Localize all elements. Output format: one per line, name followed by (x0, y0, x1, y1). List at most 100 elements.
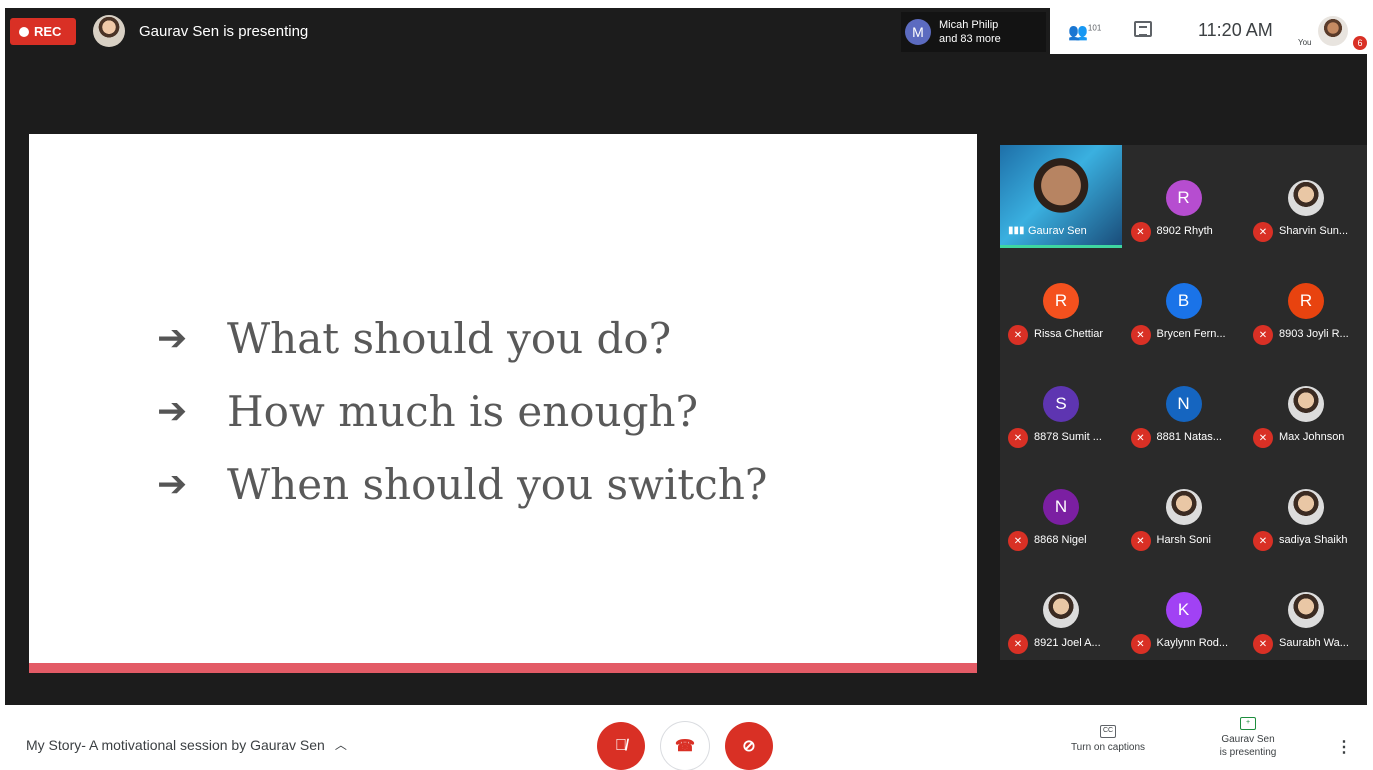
participant-tile[interactable]: N ✕ 8881 Natas... (1122, 351, 1245, 454)
participant-tile[interactable]: ✕ 8921 Joel A... (1000, 557, 1122, 660)
participant-name: Gaurav Sen (1028, 225, 1087, 237)
self-avatar[interactable] (1318, 16, 1348, 46)
participant-tile[interactable]: S ✕ 8878 Sumit ... (1000, 351, 1122, 454)
slide-bullet: ➔ What should you do? (157, 302, 767, 375)
recording-badge: REC (10, 18, 76, 45)
more-vert-icon[interactable]: ⋮ (1336, 737, 1352, 757)
participant-avatar: N (1165, 386, 1202, 422)
bullet-text: When should you switch? (227, 460, 768, 509)
participant-name: 8903 Joyli R... (1279, 328, 1349, 340)
slide-bullets: ➔ What should you do? ➔ How much is enou… (157, 302, 767, 521)
participant-chip-more: and 83 more (939, 33, 1001, 45)
self-label: You (1298, 38, 1312, 47)
participant-avatar: M (905, 19, 931, 45)
participant-name: Sharvin Sun... (1279, 225, 1349, 237)
speaker-video (1032, 153, 1090, 225)
participant-tile[interactable]: N ✕ 8868 Nigel (1000, 454, 1122, 557)
bullet-text: How much is enough? (227, 387, 699, 436)
participant-name: 8878 Sumit ... (1034, 431, 1102, 443)
participant-avatar (1043, 592, 1079, 628)
participant-avatar (1288, 180, 1324, 216)
top-right-panel: 👥101 11:20 AM You 6 (1050, 8, 1367, 54)
participant-chip-name: Micah Philip (939, 19, 999, 31)
chevron-up-icon: ︿ (334, 738, 347, 752)
presenting-text: Gaurav Sen is presenting (139, 22, 309, 40)
participant-name: Max Johnson (1279, 431, 1345, 443)
participant-tile[interactable]: R ✕ Rissa Chettiar (1000, 248, 1122, 351)
mic-off-icon: ✕ (1130, 222, 1151, 242)
mic-off-icon: ✕ (1130, 325, 1151, 345)
people-button[interactable]: 👥101 (1068, 22, 1101, 42)
mic-off-icon: 🎙̸ (615, 737, 627, 754)
mic-off-icon: ✕ (1253, 531, 1273, 551)
mic-off-icon: ✕ (1008, 531, 1028, 551)
participant-tile[interactable]: R ✕ 8902 Rhyth (1122, 145, 1245, 248)
notification-badge: 6 (1353, 36, 1367, 50)
participants-chip[interactable]: M Micah Philip and 83 more (901, 12, 1046, 52)
participant-tile[interactable]: ✕ Harsh Soni (1122, 454, 1245, 557)
top-bar: REC Gaurav Sen is presenting M Micah Phi… (5, 8, 1367, 54)
record-dot-icon (19, 26, 29, 37)
captions-button[interactable]: CC Turn on captions (1058, 725, 1158, 754)
arrow-right-icon: ➔ (157, 318, 188, 359)
slide-bullet: ➔ How much is enough? (157, 375, 767, 448)
meeting-title: My Story- A motivational session by Gaur… (26, 736, 325, 753)
camera-off-icon: ⊘ (742, 738, 756, 755)
chat-icon[interactable] (1134, 21, 1152, 37)
participant-name: Kaylynn Rod... (1156, 637, 1229, 649)
participant-avatar: R (1165, 180, 1202, 216)
people-icon: 👥 (1068, 24, 1088, 41)
participant-avatar (1288, 386, 1324, 422)
participant-avatar: K (1165, 592, 1202, 628)
participant-tile[interactable]: K ✕ Kaylynn Rod... (1122, 557, 1245, 660)
mic-off-icon: ✕ (1008, 634, 1028, 654)
phone-hangup-icon: ☎ (675, 738, 695, 755)
participant-avatar (1288, 489, 1324, 525)
participant-name: Harsh Soni (1156, 534, 1211, 546)
participant-name: Brycen Fern... (1156, 328, 1226, 340)
mic-off-icon: ✕ (1008, 325, 1028, 345)
meeting-details-button[interactable]: My Story- A motivational session by Gaur… (26, 736, 347, 753)
slide-bullet: ➔ When should you switch? (157, 448, 767, 521)
presenting-label-name: Gaurav Sen (1221, 734, 1275, 745)
participant-name: 8921 Joel A... (1034, 637, 1101, 649)
mic-off-icon: ✕ (1130, 428, 1151, 448)
audio-level-icon: ▮▮▮ (1008, 225, 1025, 236)
participant-tile[interactable]: ✕ sadiya Shaikh (1245, 454, 1367, 557)
participant-avatar: R (1043, 283, 1079, 319)
mic-toggle-button[interactable]: 🎙̸ (597, 722, 645, 770)
presenter-avatar (93, 15, 125, 47)
participant-avatar: S (1043, 386, 1079, 422)
participant-name: 8881 Natas... (1156, 431, 1222, 443)
mic-off-icon: ✕ (1008, 428, 1028, 448)
participant-tile[interactable]: R ✕ 8903 Joyli R... (1245, 248, 1367, 351)
slide-accent-bar (29, 663, 977, 673)
meeting-stage: REC Gaurav Sen is presenting M Micah Phi… (5, 8, 1367, 705)
rec-label: REC (34, 24, 62, 39)
presenting-button[interactable]: + Gaurav Sen is presenting (1200, 717, 1296, 759)
presenter-indicator: Gaurav Sen is presenting (93, 15, 308, 47)
participant-tile[interactable]: ✕ Max Johnson (1245, 351, 1367, 454)
mic-off-icon: ✕ (1253, 222, 1273, 242)
participant-name: Saurabh Wa... (1279, 637, 1349, 649)
participant-avatar (1288, 592, 1324, 628)
clock: 11:20 AM (1198, 20, 1273, 40)
arrow-right-icon: ➔ (157, 464, 188, 505)
participant-avatar: B (1165, 283, 1202, 319)
participant-tile[interactable]: B ✕ Brycen Fern... (1122, 248, 1245, 351)
participant-name: 8902 Rhyth (1156, 225, 1213, 237)
participant-tile[interactable]: ✕ Sharvin Sun... (1245, 145, 1367, 248)
leave-call-button[interactable]: ☎ (661, 722, 709, 770)
presenting-label-status: is presenting (1219, 747, 1277, 758)
participant-avatar: R (1288, 283, 1324, 319)
camera-toggle-button[interactable]: ⊘ (725, 722, 773, 770)
presentation-slide: ➔ What should you do? ➔ How much is enou… (29, 134, 977, 673)
mic-off-icon: ✕ (1130, 531, 1151, 551)
participant-avatar: N (1043, 489, 1079, 525)
captions-label: Turn on captions (1070, 742, 1146, 753)
participant-tile[interactable]: ✕ Saurabh Wa... (1245, 557, 1367, 660)
participant-tile[interactable]: ▮▮▮ Gaurav Sen (1000, 145, 1122, 248)
people-count: 101 (1087, 23, 1102, 33)
mic-off-icon: ✕ (1253, 325, 1273, 345)
present-screen-icon: + (1240, 717, 1256, 730)
